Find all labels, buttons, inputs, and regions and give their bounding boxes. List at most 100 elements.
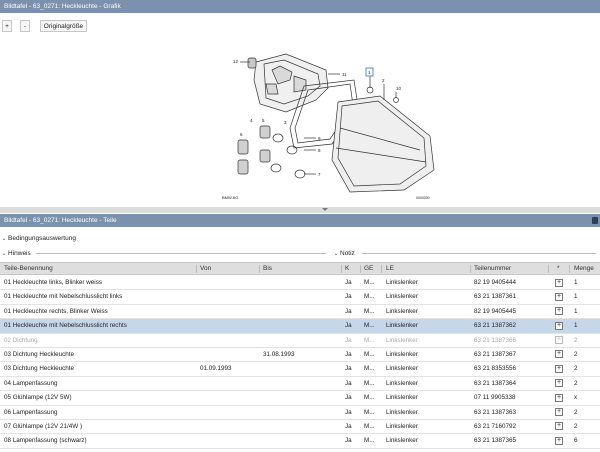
callout-6: 6 <box>240 132 243 137</box>
k-cell: Ja <box>345 422 352 430</box>
le-cell: Linkslenker <box>386 365 418 373</box>
condition-filter[interactable]: ⌄Bedingungsauswertung <box>0 233 600 244</box>
column-separator[interactable] <box>569 265 570 273</box>
k-cell: Ja <box>345 437 352 445</box>
notice-filter[interactable]: ⌄Notiz <box>332 248 355 260</box>
panel-splitter[interactable] <box>0 207 600 213</box>
table-row[interactable]: 01 Heckleuchte links, Blinker weiss Ja M..… <box>0 276 600 291</box>
column-separator[interactable] <box>381 265 382 273</box>
add-to-cart-icon[interactable]: + <box>555 292 563 301</box>
table-row[interactable]: 08 Lampenfassung (schwarz) Ja M... Linkslen… <box>0 434 600 449</box>
zoom-out-button[interactable]: - <box>20 20 30 32</box>
table-row[interactable]: 01 Heckleuchte mit Nebelschlusslicht lin… <box>0 290 600 305</box>
ge-cell: M... <box>364 379 375 387</box>
part-name-cell: 03 Dichtung Heckleuchte <box>4 365 75 373</box>
condition-filter-label: Bedingungsauswertung <box>8 235 76 242</box>
header-from[interactable]: Von <box>200 263 211 275</box>
brand-mark: BMW AG <box>222 195 238 200</box>
callout-7: 7 <box>318 172 321 177</box>
le-cell: Linkslenker <box>386 379 418 387</box>
column-separator[interactable] <box>548 265 549 273</box>
add-to-cart-icon[interactable]: + <box>555 336 563 345</box>
quantity-cell: 2 <box>574 365 578 373</box>
part-name-cell: 08 Lampenfassung (schwarz) <box>4 437 87 445</box>
add-to-cart-icon[interactable]: + <box>555 278 563 287</box>
image-code: 0000000 <box>416 196 430 200</box>
header-le[interactable]: LE <box>386 263 394 275</box>
callout-3: 3 <box>284 120 287 125</box>
callout-4: 4 <box>250 118 253 123</box>
k-cell: Ja <box>345 394 352 402</box>
quantity-cell: 6 <box>574 437 578 445</box>
ge-cell: M... <box>364 365 375 373</box>
header-name[interactable]: Teile-Benennung <box>4 263 53 275</box>
add-to-cart-icon[interactable]: + <box>555 364 563 373</box>
part-number-cell: 63 21 1387364 <box>474 379 517 387</box>
table-row[interactable]: 03 Dichtung Heckleuchte 31.08.1993 Ja M... L… <box>0 348 600 363</box>
add-to-cart-icon[interactable]: + <box>555 436 563 445</box>
ge-cell: M... <box>364 279 375 286</box>
add-to-cart-icon[interactable]: + <box>555 307 563 316</box>
table-row[interactable]: 02 Dichtung Ja M... Linkslenker 63 21 138736… <box>0 334 600 348</box>
header-quantity[interactable]: Menge <box>574 263 594 275</box>
graphic-panel-title: Bildtafel - 63_0271: Heckleuchte - Grafi… <box>0 0 600 13</box>
column-separator[interactable] <box>360 265 361 273</box>
part-number-cell: 63 21 1387366 <box>474 336 517 344</box>
part-number-cell: 63 21 7160792 <box>474 422 517 430</box>
le-cell: Linkslenker <box>386 408 418 416</box>
callout-10: 10 <box>396 86 402 91</box>
table-row[interactable]: 06 Lampenfassung Ja M... Linkslenker 63 21 1… <box>0 406 600 420</box>
part-name-cell: 02 Dichtung <box>4 336 38 344</box>
part-number-cell: 82 19 9405444 <box>474 279 517 286</box>
add-to-cart-icon[interactable]: + <box>555 321 563 330</box>
table-row[interactable]: 04 Lampenfassung Ja M... Linkslenker 63 21 1… <box>0 377 600 392</box>
part-number-cell: 63 21 1387362 <box>474 322 517 330</box>
column-separator[interactable] <box>341 265 342 273</box>
table-row[interactable]: 03 Dichtung Heckleuchte 01.09.1993 Ja M... L… <box>0 362 600 377</box>
note-filter-label[interactable]: Hinweis <box>8 250 31 257</box>
chevron-down-icon[interactable]: ⌄ <box>0 249 8 260</box>
part-number-cell: 63 21 8353556 <box>474 365 517 373</box>
le-cell: Linkslenker <box>386 422 418 430</box>
k-cell: Ja <box>345 365 352 373</box>
table-row[interactable]: 01 Heckleuchte rechts, Blinker Weiss Ja M.… <box>0 305 600 320</box>
k-cell: Ja <box>345 293 352 301</box>
le-cell: Linkslenker <box>386 350 418 358</box>
notice-filter-label: Notiz <box>340 250 355 257</box>
add-to-cart-icon[interactable]: + <box>555 350 563 359</box>
k-cell: Ja <box>345 322 352 330</box>
add-to-cart-icon[interactable]: + <box>555 422 563 431</box>
table-row[interactable]: 07 Glühlampe (12V 21/4W ) Ja M... Linkslenk… <box>0 420 600 435</box>
chevron-down-icon[interactable]: ⌄ <box>332 249 340 260</box>
table-row[interactable]: 01 Heckleuchte mit Nebelschlusslicht rec… <box>0 319 600 334</box>
header-part-number[interactable]: Teilenummer <box>474 263 511 275</box>
column-separator[interactable] <box>259 265 260 273</box>
header-k[interactable]: K <box>345 263 349 275</box>
add-to-cart-icon[interactable]: + <box>555 379 563 388</box>
header-ge[interactable]: GE <box>364 263 373 275</box>
column-separator[interactable] <box>470 265 471 273</box>
column-separator[interactable] <box>196 265 197 273</box>
header-flag[interactable]: * <box>557 263 560 275</box>
collapse-arrow-icon[interactable] <box>322 208 328 211</box>
part-name-cell: 06 Lampenfassung <box>4 408 58 416</box>
part-name-cell: 01 Heckleuchte mit Nebelschlusslicht rec… <box>4 322 127 330</box>
parts-diagram[interactable]: 12 11 10 9 1 2 8 6 5 7 4 3 BMW AG 000000… <box>220 40 440 205</box>
original-size-button[interactable]: Originalgröße <box>40 20 87 32</box>
part-name-cell: 01 Heckleuchte mit Nebelschlusslicht lin… <box>4 293 123 301</box>
quantity-cell: 2 <box>574 422 578 430</box>
callout-2: 2 <box>382 78 385 83</box>
table-row[interactable]: 05 Glühlampe (12V 5W) Ja M... Linkslenker 07… <box>0 391 600 406</box>
callout-1: 1 <box>368 70 371 75</box>
add-to-cart-icon[interactable]: + <box>555 393 563 402</box>
parts-table-body: 01 Heckleuchte links, Blinker weiss Ja M..… <box>0 276 600 449</box>
ge-cell: M... <box>364 437 375 445</box>
zoom-in-button[interactable]: + <box>2 20 12 32</box>
header-to[interactable]: Bis <box>263 263 272 275</box>
chevron-down-icon[interactable]: ⌄ <box>0 234 8 245</box>
k-cell: Ja <box>345 279 352 286</box>
panel-menu-icon[interactable] <box>592 217 598 224</box>
part-name-cell: 01 Heckleuchte links, Blinker weiss <box>4 279 102 286</box>
parts-panel-title-text: Bildtafel - 63_0271: Heckleuchte - Teile <box>4 217 117 224</box>
add-to-cart-icon[interactable]: + <box>555 408 563 417</box>
